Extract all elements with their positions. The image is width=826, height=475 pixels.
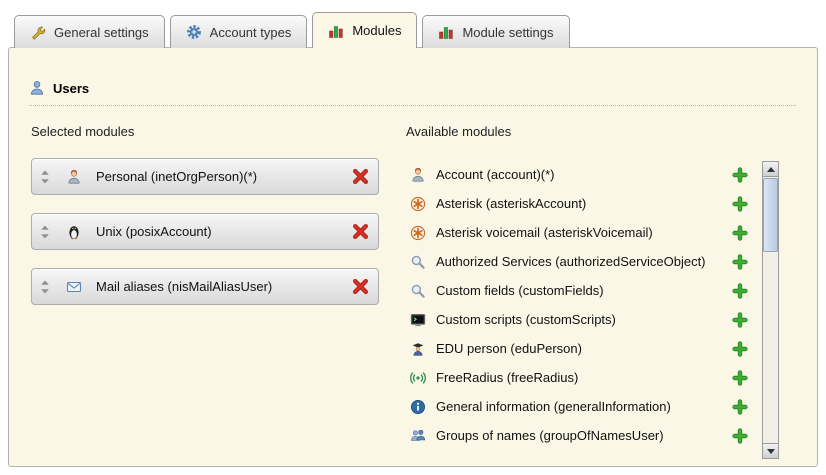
drag-handle-icon[interactable] bbox=[40, 170, 50, 184]
mail-icon bbox=[66, 279, 82, 295]
delete-module-button[interactable] bbox=[352, 278, 369, 295]
asterisk-icon bbox=[410, 225, 426, 241]
drag-handle-icon[interactable] bbox=[40, 225, 50, 239]
available-module-row: Asterisk (asteriskAccount) bbox=[406, 189, 754, 218]
add-module-button[interactable] bbox=[732, 167, 748, 183]
available-module-row: Asterisk voicemail (asteriskVoicemail) bbox=[406, 218, 754, 247]
add-module-button[interactable] bbox=[732, 254, 748, 270]
available-module-row: Groups of names (groupOfNamesUser) bbox=[406, 421, 754, 450]
available-modules-heading: Available modules bbox=[406, 124, 754, 140]
available-module-row: Account (account)(*) bbox=[406, 160, 754, 189]
tab-module-settings[interactable]: Module settings bbox=[422, 15, 569, 48]
selected-modules-heading: Selected modules bbox=[31, 124, 379, 140]
person-icon bbox=[66, 169, 82, 185]
add-module-button[interactable] bbox=[732, 225, 748, 241]
module-label: Asterisk voicemail (asteriskVoicemail) bbox=[436, 225, 732, 240]
modules-icon bbox=[328, 23, 344, 39]
penguin-icon bbox=[66, 224, 82, 240]
tab-label: Account types bbox=[210, 25, 292, 40]
module-label: Custom scripts (customScripts) bbox=[436, 312, 732, 327]
selected-modules-column: Selected modules Personal (inetOrgPerson… bbox=[31, 124, 379, 305]
terminal-icon bbox=[410, 312, 426, 328]
module-label: EDU person (eduPerson) bbox=[436, 341, 732, 356]
radius-icon bbox=[410, 370, 426, 386]
magnifier-icon bbox=[410, 283, 426, 299]
tab-label: Module settings bbox=[462, 25, 553, 40]
module-label: Personal (inetOrgPerson)(*) bbox=[96, 169, 352, 184]
scrollbar-thumb[interactable] bbox=[763, 178, 778, 252]
users-section-header: Users bbox=[29, 80, 796, 106]
module-label: Mail aliases (nisMailAliasUser) bbox=[96, 279, 352, 294]
available-module-row: FreeRadius (freeRadius) bbox=[406, 363, 754, 392]
scroll-up-button[interactable] bbox=[763, 162, 778, 177]
module-label: Account (account)(*) bbox=[436, 167, 732, 182]
module-label: FreeRadius (freeRadius) bbox=[436, 370, 732, 385]
available-module-row: Custom scripts (customScripts) bbox=[406, 305, 754, 334]
selected-module-row[interactable]: Mail aliases (nisMailAliasUser) bbox=[31, 268, 379, 305]
module-label: Asterisk (asteriskAccount) bbox=[436, 196, 732, 211]
add-module-button[interactable] bbox=[732, 370, 748, 386]
user-icon bbox=[29, 80, 45, 96]
selected-module-row[interactable]: Unix (posixAccount) bbox=[31, 213, 379, 250]
add-module-button[interactable] bbox=[732, 341, 748, 357]
module-label: Custom fields (customFields) bbox=[436, 283, 732, 298]
selected-module-row[interactable]: Personal (inetOrgPerson)(*) bbox=[31, 158, 379, 195]
available-module-row: General information (generalInformation) bbox=[406, 392, 754, 421]
scroll-up-icon bbox=[767, 167, 775, 172]
module-label: General information (generalInformation) bbox=[436, 399, 732, 414]
asterisk-icon bbox=[410, 196, 426, 212]
person-icon bbox=[410, 167, 426, 183]
add-module-button[interactable] bbox=[732, 428, 748, 444]
tab-label: General settings bbox=[54, 25, 149, 40]
delete-module-button[interactable] bbox=[352, 223, 369, 240]
modules-panel: Users Selected modules Personal (inetOrg… bbox=[8, 47, 818, 467]
tab-label: Modules bbox=[352, 23, 401, 38]
edu-person-icon bbox=[410, 341, 426, 357]
drag-handle-icon[interactable] bbox=[40, 280, 50, 294]
add-module-button[interactable] bbox=[732, 312, 748, 328]
scroll-down-icon bbox=[767, 449, 775, 454]
module-label: Unix (posixAccount) bbox=[96, 224, 352, 239]
available-module-row: Custom fields (customFields) bbox=[406, 276, 754, 305]
tab-modules[interactable]: Modules bbox=[312, 12, 417, 48]
add-module-button[interactable] bbox=[732, 196, 748, 212]
info-icon bbox=[410, 399, 426, 415]
gear-icon bbox=[186, 24, 202, 40]
tab-bar: General settings Account types Modules M… bbox=[14, 13, 570, 48]
modules-icon bbox=[438, 24, 454, 40]
magnifier-icon bbox=[410, 254, 426, 270]
add-module-button[interactable] bbox=[732, 399, 748, 415]
available-module-row: EDU person (eduPerson) bbox=[406, 334, 754, 363]
available-module-row: Authorized Services (authorizedServiceOb… bbox=[406, 247, 754, 276]
selected-modules-list: Personal (inetOrgPerson)(*) Unix (posixA… bbox=[31, 158, 379, 305]
add-module-button[interactable] bbox=[732, 283, 748, 299]
wrench-icon bbox=[30, 24, 46, 40]
module-label: Groups of names (groupOfNamesUser) bbox=[436, 428, 732, 443]
scroll-down-button[interactable] bbox=[763, 443, 778, 458]
available-modules-list: Account (account)(*) Asterisk (asteriskA… bbox=[406, 160, 754, 450]
available-modules-column: Available modules Account (account)(*) A… bbox=[406, 124, 754, 450]
tab-account-types[interactable]: Account types bbox=[170, 15, 308, 48]
available-modules-scrollbar[interactable] bbox=[762, 161, 779, 459]
delete-module-button[interactable] bbox=[352, 168, 369, 185]
page-title: Users bbox=[53, 81, 89, 96]
module-label: Authorized Services (authorizedServiceOb… bbox=[436, 254, 732, 269]
group-icon bbox=[410, 428, 426, 444]
tab-general-settings[interactable]: General settings bbox=[14, 15, 165, 48]
